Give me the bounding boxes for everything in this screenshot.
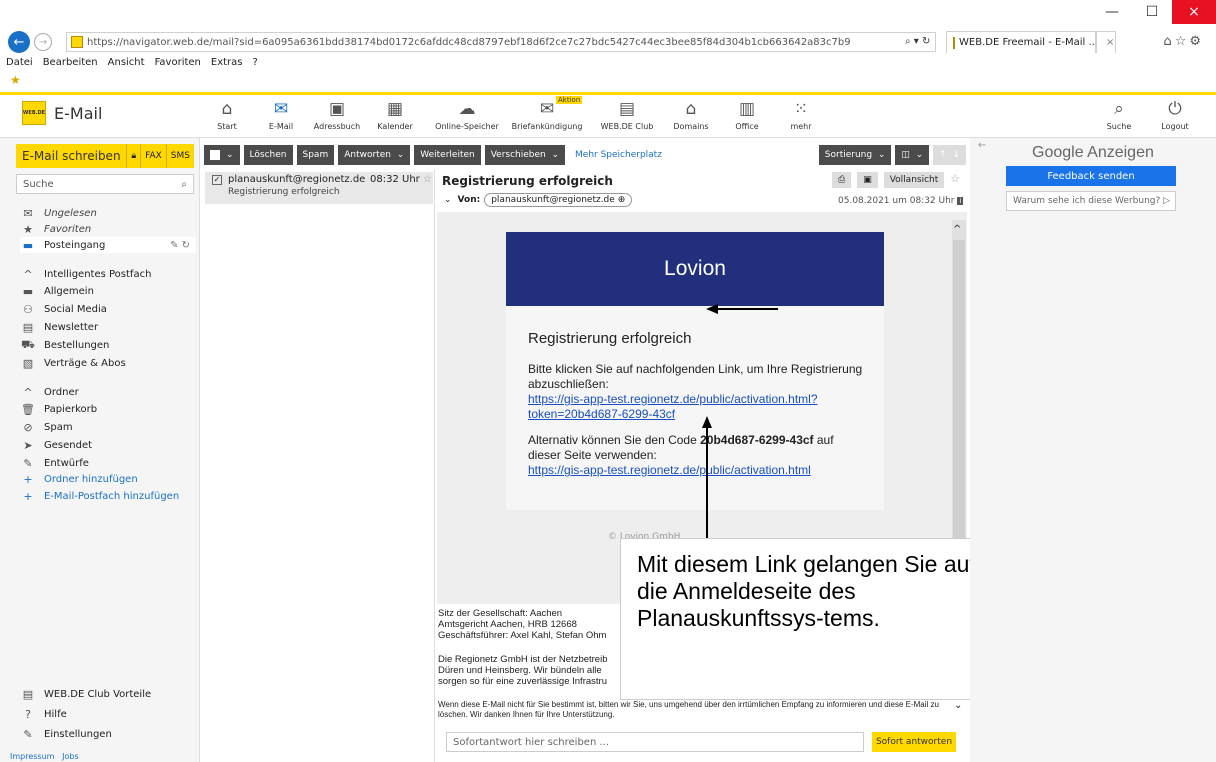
- annotation-callout: Mit diesem Link gelangen Sie auf die Anm…: [620, 538, 1002, 700]
- ads-title: Google Anzeigen: [1032, 144, 1154, 161]
- collapse-ads-icon[interactable]: ←: [978, 140, 986, 151]
- ads-pane: [970, 138, 1216, 762]
- arrow-head-up: [702, 416, 712, 428]
- why-ad-button[interactable]: Warum sehe ich diese Werbung? ▷: [1006, 191, 1176, 211]
- feedback-button[interactable]: Feedback senden: [1006, 166, 1176, 186]
- arrow-head-left: [706, 304, 718, 314]
